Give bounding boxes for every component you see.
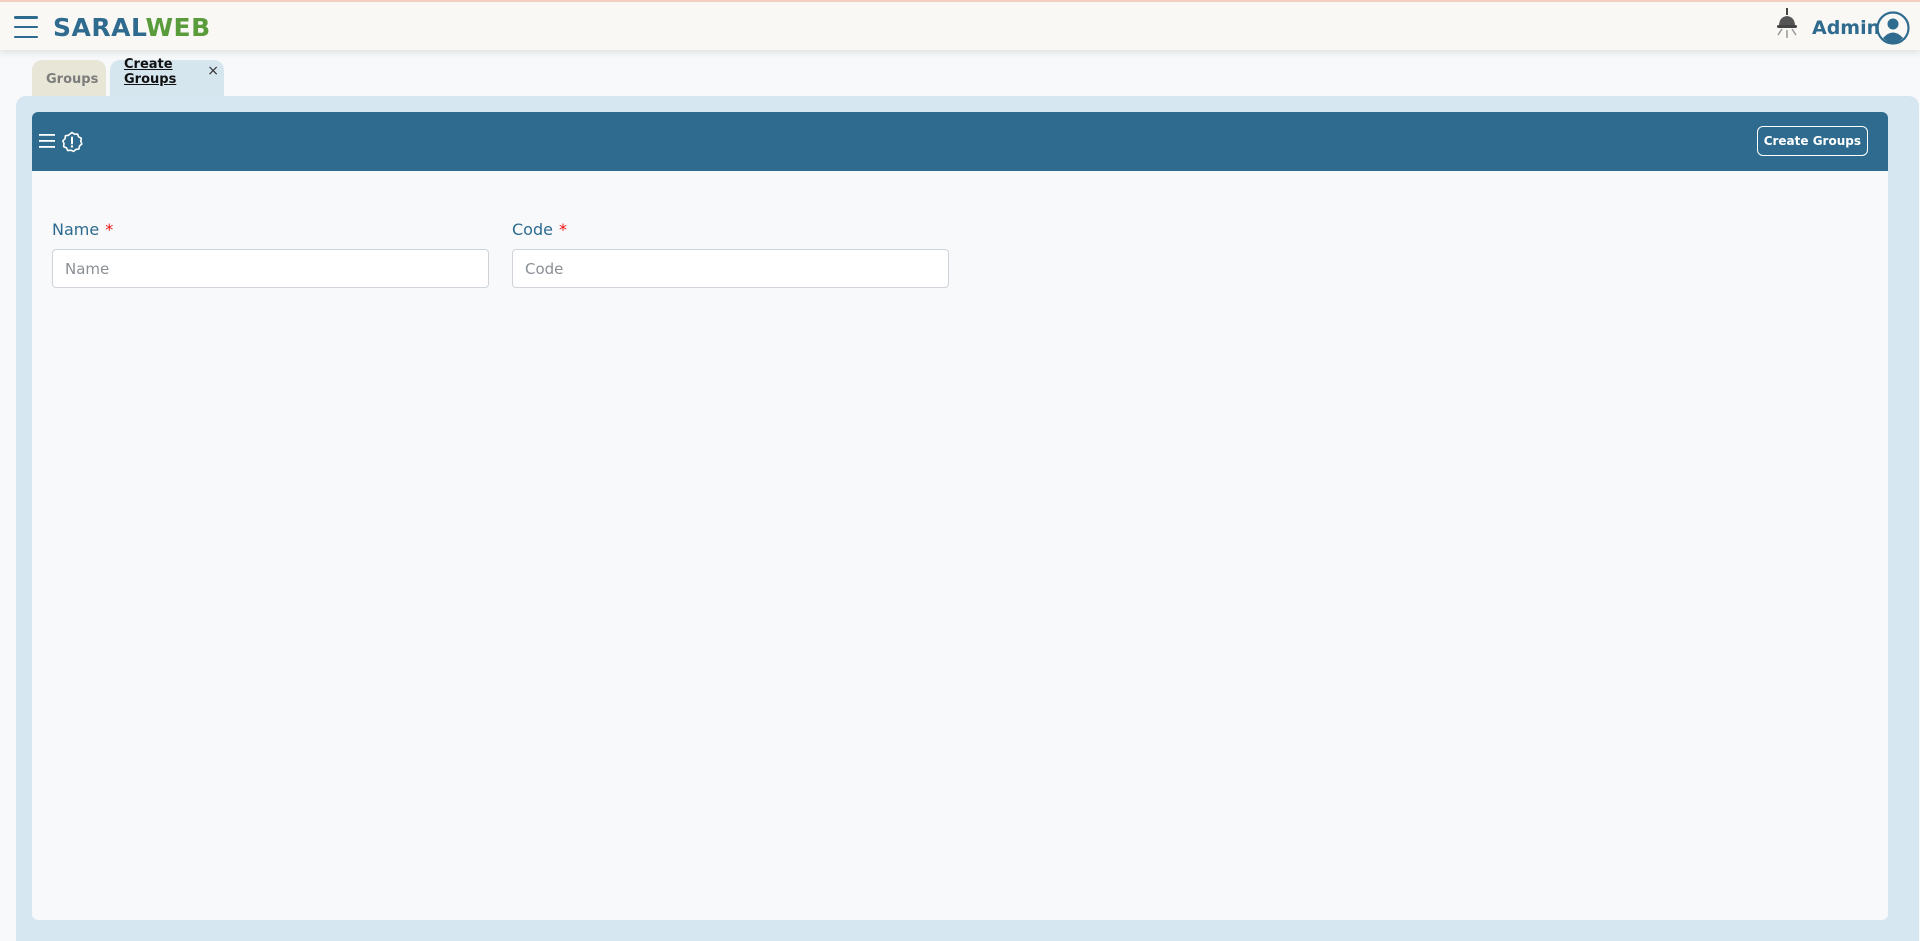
- card-header: Create Groups: [32, 112, 1888, 171]
- user-avatar-icon[interactable]: [1876, 11, 1910, 45]
- code-label: Code *: [512, 220, 949, 239]
- form-card: Create Groups Name * Code *: [32, 112, 1888, 920]
- list-icon[interactable]: [39, 134, 55, 148]
- name-input[interactable]: [52, 249, 489, 288]
- tab-groups[interactable]: Groups: [32, 60, 106, 96]
- name-label-text: Name: [52, 220, 100, 239]
- code-label-text: Code: [512, 220, 553, 239]
- tab-close-icon[interactable]: ×: [207, 63, 219, 79]
- tab-bar: Groups Create Groups ×: [32, 57, 224, 96]
- user-name[interactable]: Admin: [1812, 17, 1880, 39]
- top-navbar: SARALWEB Admin: [0, 0, 1920, 50]
- name-field-group: Name *: [52, 220, 489, 288]
- info-badge-icon[interactable]: [61, 131, 83, 153]
- required-marker: *: [558, 220, 567, 239]
- code-input[interactable]: [512, 249, 949, 288]
- tab-create-groups-label: Create Groups: [124, 57, 177, 87]
- required-marker: *: [105, 220, 114, 239]
- logo-text-web: WEB: [145, 13, 211, 42]
- tab-groups-label: Groups: [46, 72, 99, 87]
- app-logo[interactable]: SARALWEB: [53, 13, 211, 42]
- create-groups-button[interactable]: Create Groups: [1756, 126, 1868, 156]
- code-field-group: Code *: [512, 220, 949, 288]
- lamp-icon[interactable]: [1773, 6, 1801, 40]
- hamburger-menu-icon[interactable]: [14, 16, 38, 38]
- name-label: Name *: [52, 220, 489, 239]
- logo-text-saral: SARAL: [53, 13, 146, 42]
- tab-create-groups[interactable]: Create Groups ×: [110, 57, 224, 96]
